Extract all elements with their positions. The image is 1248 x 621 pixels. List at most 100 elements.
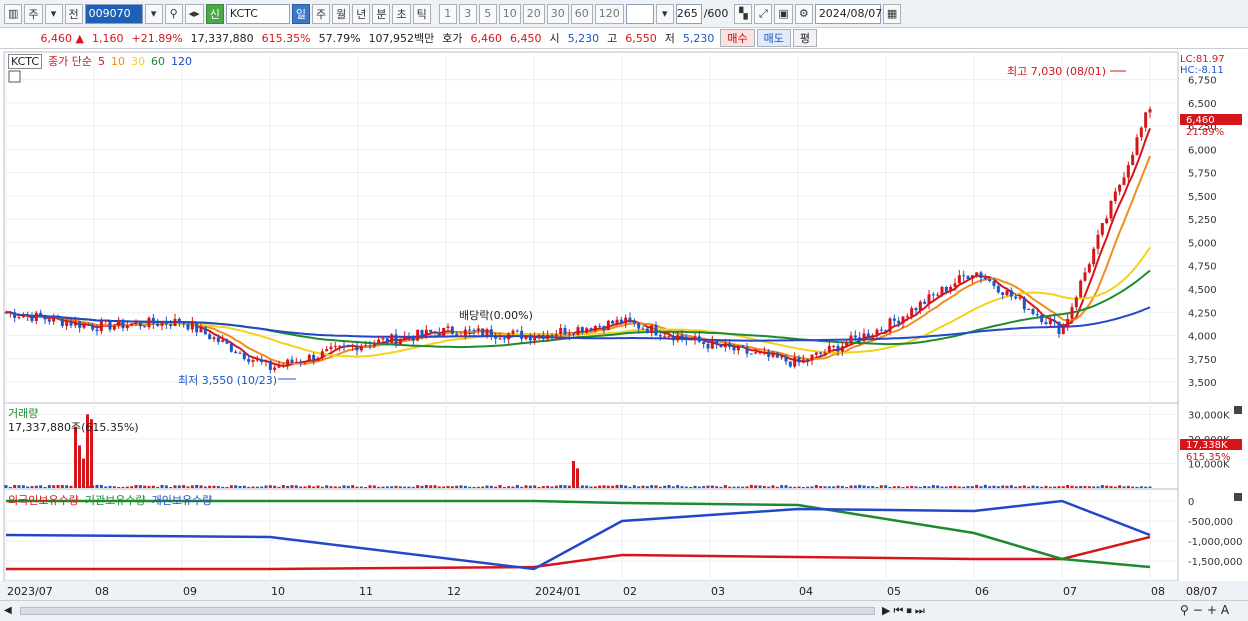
search-icon[interactable]: ⚲ [164, 3, 183, 24]
volume-bar [975, 484, 979, 488]
scroll-thumb[interactable] [20, 607, 875, 615]
tick-custom-input[interactable] [625, 3, 654, 24]
tick-button-1[interactable]: 1 [438, 3, 457, 24]
volume-bar [741, 486, 745, 488]
volume-bar [320, 486, 324, 488]
period-button-week[interactable]: 주 [24, 3, 43, 24]
x-axis-tick: 08 [95, 585, 109, 598]
volume-bar [104, 486, 108, 488]
chart-settings-icon[interactable]: ▚ [734, 3, 753, 24]
playback-controls-icon[interactable]: ▶⏮⏹⏭ [882, 604, 928, 618]
quote-bar: 6,460 ▲ 1,160 +21.89% 17,337,880 615.35%… [0, 28, 1248, 49]
chart-type-icon[interactable]: ▥ [4, 3, 23, 24]
code-dropdown-icon[interactable]: ▾ [144, 3, 163, 24]
volume-bar [112, 486, 116, 488]
interval-button-second[interactable]: 초 [392, 3, 411, 24]
stock-code-input[interactable]: 009070 [84, 3, 143, 24]
volume-bar [52, 485, 56, 488]
candle-body [238, 352, 242, 354]
candle-body [13, 312, 17, 318]
calendar-icon[interactable]: ▦ [882, 3, 902, 24]
candle-body [121, 319, 125, 329]
candle-body [26, 315, 30, 317]
candle-body [134, 322, 138, 324]
interval-button-week[interactable]: 주 [311, 3, 331, 24]
candle-body [320, 351, 324, 358]
tick-button-30[interactable]: 30 [546, 3, 569, 24]
candle-body [390, 334, 394, 343]
volume-bar [30, 486, 34, 488]
candle-body [988, 279, 992, 282]
candle-body [1005, 290, 1009, 295]
stock-chart[interactable]: 6,7506,5006,2506,0005,7505,5005,2505,000… [0, 51, 1248, 600]
candle-body [268, 360, 272, 370]
volume-bar [884, 485, 888, 488]
candle-body [346, 345, 350, 347]
candle-body [234, 351, 238, 354]
tick-button-5[interactable]: 5 [478, 3, 497, 24]
tick-button-10[interactable]: 10 [498, 3, 521, 24]
tick-button-20[interactable]: 20 [522, 3, 545, 24]
interval-button-day[interactable]: 일 [291, 3, 310, 24]
candle-body [420, 329, 424, 336]
tick-button-60[interactable]: 60 [570, 3, 593, 24]
candle-body [559, 328, 563, 335]
crosshair-icon[interactable]: ⤢ [754, 3, 773, 24]
volume-bar [398, 486, 402, 488]
volume-bar [1139, 486, 1143, 488]
candle-body [940, 286, 944, 295]
symbol-label[interactable]: KCTC [8, 53, 43, 69]
volume-bar [307, 485, 311, 488]
tick-button-3[interactable]: 3 [458, 3, 477, 24]
candle-body [1066, 318, 1070, 328]
volume-bar [489, 485, 493, 488]
candle-body [290, 359, 294, 363]
holding-pane-close-icon[interactable] [1234, 493, 1242, 501]
candle-body [312, 354, 316, 361]
candle-body [8, 312, 12, 314]
volume-bar [208, 485, 212, 488]
speaker-icon[interactable]: ◂▸ [184, 3, 204, 24]
volume-bar [1148, 486, 1152, 488]
candle-body [554, 334, 558, 336]
volume-bar [676, 485, 680, 488]
volume-bar [329, 486, 333, 488]
date-input[interactable]: 2024/08/07 [814, 3, 882, 24]
eval-button[interactable]: 평 [792, 29, 818, 47]
candle-body [403, 336, 407, 340]
price-y-tick: 6,500 [1188, 99, 1217, 110]
interval-button-tick[interactable]: 틱 [412, 3, 431, 24]
scroll-left-icon[interactable]: ◀ [4, 605, 14, 617]
dropdown-icon[interactable]: ▾ [44, 3, 63, 24]
candle-body [1092, 248, 1096, 265]
candle-body [1022, 297, 1026, 310]
candle-body [173, 318, 177, 327]
zoom-controls-icon[interactable]: ⚲−+A [1180, 603, 1233, 617]
period-button-all[interactable]: 전 [64, 3, 83, 24]
volume-bar [1001, 485, 1005, 488]
candle-body [944, 286, 948, 292]
table-toggle-icon[interactable] [8, 70, 21, 83]
candle-body [836, 345, 840, 352]
stock-name-field[interactable]: KCTC [225, 3, 290, 24]
volume-bar [767, 486, 771, 488]
count-input[interactable]: 265 [675, 3, 702, 24]
sell-button[interactable]: 매도 [756, 29, 791, 47]
interval-button-year[interactable]: 년 [352, 3, 371, 24]
tick-button-120[interactable]: 120 [594, 3, 624, 24]
chart-area[interactable]: 6,750 6,500 6,250 6,000 5,750 5,500 5,250 5,000… [0, 51, 1248, 600]
tick-dropdown-icon[interactable]: ▾ [655, 3, 674, 24]
interval-button-month[interactable]: 월 [332, 3, 351, 24]
save-icon[interactable]: ▣ [774, 3, 793, 24]
candle-body [654, 325, 658, 336]
candle-body [1044, 322, 1048, 325]
volume-bar [342, 485, 346, 488]
trade-amount: 107,952백만 [368, 32, 435, 45]
volume-bar [481, 486, 485, 488]
volume-pane-close-icon[interactable] [1234, 406, 1242, 414]
scroll-bar[interactable]: ◀ ▶⏮⏹⏭ ⚲−+A [0, 600, 1248, 621]
buy-button[interactable]: 매수 [720, 29, 755, 47]
gear-icon[interactable]: ⚙ [794, 3, 813, 24]
interval-button-minute[interactable]: 분 [372, 3, 391, 24]
volume-bar [1009, 485, 1013, 488]
